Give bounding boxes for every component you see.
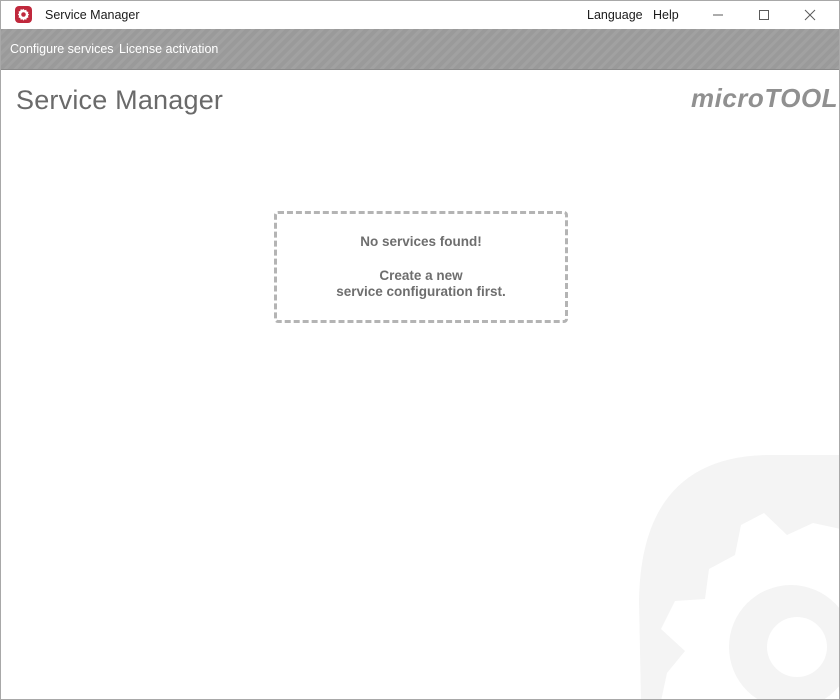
maximize-button[interactable] [741, 1, 787, 29]
page-title: Service Manager [16, 85, 224, 115]
close-icon [804, 9, 816, 21]
logo-micro-text: micro [691, 83, 765, 113]
close-button[interactable] [787, 1, 833, 29]
empty-state-message-line2: service configuration first. [336, 284, 506, 299]
empty-state-title: No services found! [360, 234, 482, 249]
maximize-icon [759, 10, 769, 20]
language-menu[interactable]: Language [587, 8, 643, 22]
gear-icon [15, 6, 32, 23]
empty-state-box: No services found! Create a new service … [274, 211, 568, 323]
title-bar: Service Manager Language Help [1, 1, 839, 29]
minimize-icon [713, 14, 723, 16]
microtool-logo: microTOOL [691, 83, 838, 114]
empty-state-message-line1: Create a new [379, 268, 463, 283]
toolbar: Configure services License activation [1, 29, 839, 70]
minimize-button[interactable] [695, 1, 741, 29]
license-activation-link[interactable]: License activation [119, 42, 218, 56]
help-menu[interactable]: Help [653, 8, 679, 22]
logo-tool-text: TOOL [764, 83, 839, 113]
window-title: Service Manager [45, 8, 140, 22]
configure-services-link[interactable]: Configure services [10, 42, 114, 56]
gear-watermark-icon [639, 455, 839, 699]
app-window: Service Manager Language Help Configure … [0, 0, 840, 700]
